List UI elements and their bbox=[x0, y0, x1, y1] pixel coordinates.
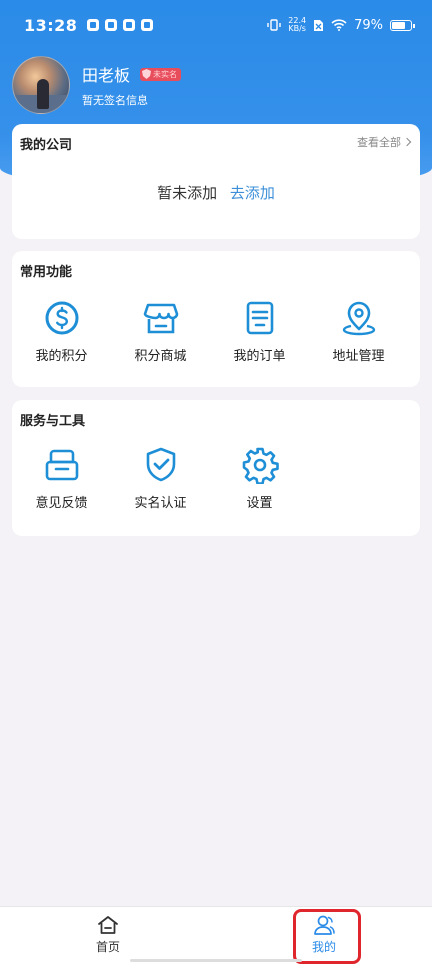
user-profile[interactable]: 田老板 未实名 暂无签名信息 bbox=[12, 56, 182, 114]
badge-shield-icon bbox=[142, 69, 152, 79]
my-company-card: 我的公司 查看全部 暂未添加 去添加 bbox=[12, 124, 420, 239]
my-company-title: 我的公司 bbox=[20, 138, 73, 153]
highlight-box bbox=[293, 909, 361, 964]
gear-icon bbox=[242, 447, 279, 484]
tab-home[interactable]: 首页 bbox=[0, 907, 216, 964]
my-points-item[interactable]: 我的积分 bbox=[12, 299, 111, 364]
view-all-label: 查看全部 bbox=[357, 136, 401, 149]
battery-percent: 79% bbox=[354, 17, 383, 33]
no-sim-icon bbox=[314, 19, 324, 31]
shield-check-icon bbox=[146, 447, 175, 482]
points-dollar-icon bbox=[45, 301, 78, 335]
leaf-app-icon bbox=[123, 19, 136, 31]
real-name-verification-label: 实名认证 bbox=[134, 496, 187, 511]
settings-label: 设置 bbox=[246, 496, 273, 511]
network-speed-unit: KB/s bbox=[288, 24, 306, 33]
company-empty-text: 暂未添加 bbox=[157, 184, 218, 202]
services-tools-title: 服务与工具 bbox=[20, 414, 86, 429]
battery-icon bbox=[390, 19, 415, 31]
video-app-icon bbox=[105, 19, 118, 31]
my-points-label: 我的积分 bbox=[35, 349, 88, 364]
user-signature: 暂无签名信息 bbox=[82, 94, 148, 107]
feedback-icon bbox=[45, 449, 78, 481]
common-functions-card: 常用功能 我的积分 积分商城 我的订单 地址管理 bbox=[12, 251, 420, 387]
tab-home-label: 首页 bbox=[95, 940, 120, 954]
bottom-tab-bar: 首页 我的 bbox=[0, 906, 432, 964]
notification-app-icon bbox=[87, 19, 100, 31]
real-name-verification-item[interactable]: 实名认证 bbox=[111, 446, 210, 511]
status-indicators: 22.4 KB/s 79% bbox=[267, 17, 415, 33]
order-list-icon bbox=[246, 301, 273, 335]
location-pin-icon bbox=[342, 301, 375, 336]
home-indicator[interactable] bbox=[130, 959, 302, 962]
address-management-item[interactable]: 地址管理 bbox=[309, 299, 408, 364]
network-speed: 22.4 KB/s bbox=[288, 17, 306, 33]
avatar-photo-figure bbox=[37, 79, 49, 109]
verification-status-text: 未实名 bbox=[153, 69, 178, 79]
services-tools-card: 服务与工具 意见反馈 实名认证 设置 bbox=[12, 400, 420, 536]
status-app-icons bbox=[87, 19, 154, 31]
view-all-companies-link[interactable]: 查看全部 bbox=[357, 134, 412, 150]
avatar[interactable] bbox=[12, 56, 70, 114]
battery-fill bbox=[392, 21, 405, 29]
my-orders-item[interactable]: 我的订单 bbox=[210, 299, 309, 364]
common-functions-title: 常用功能 bbox=[20, 265, 73, 280]
chevron-right-icon bbox=[402, 137, 412, 147]
verification-status-badge[interactable]: 未实名 bbox=[140, 67, 182, 81]
company-empty-state: 暂未添加 去添加 bbox=[12, 182, 420, 203]
points-mall-label: 积分商城 bbox=[134, 349, 187, 364]
store-icon bbox=[143, 303, 178, 334]
message-app-icon bbox=[141, 19, 154, 31]
address-management-label: 地址管理 bbox=[332, 349, 385, 364]
feedback-item[interactable]: 意见反馈 bbox=[12, 446, 111, 511]
vibrate-icon bbox=[267, 19, 281, 31]
status-time: 13:28 bbox=[24, 15, 78, 35]
add-company-link[interactable]: 去添加 bbox=[230, 184, 275, 202]
profile-text: 田老板 未实名 暂无签名信息 bbox=[82, 62, 182, 108]
feedback-label: 意见反馈 bbox=[35, 496, 88, 511]
status-bar: 13:28 22.4 KB/s 79% bbox=[0, 0, 432, 50]
points-mall-item[interactable]: 积分商城 bbox=[111, 299, 210, 364]
user-name: 田老板 bbox=[82, 66, 131, 85]
home-icon bbox=[98, 916, 118, 934]
my-orders-label: 我的订单 bbox=[233, 349, 286, 364]
wifi-icon bbox=[331, 19, 347, 31]
settings-item[interactable]: 设置 bbox=[210, 446, 309, 511]
